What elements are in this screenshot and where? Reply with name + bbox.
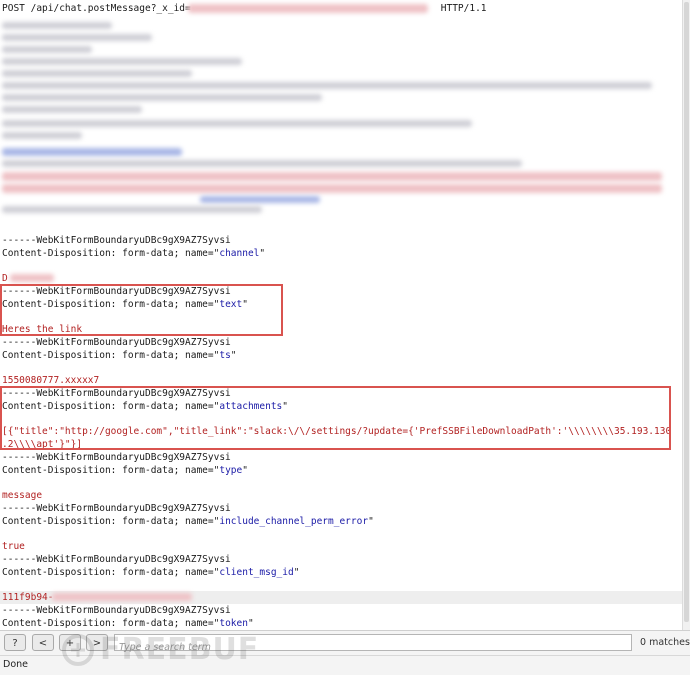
field-name-ts: ts [219,350,231,361]
field-name-channel: channel [219,248,260,259]
disposition-ts: Content-Disposition: form-data; name="ts… [2,350,237,361]
boundary-line: ------WebKitFormBoundaryuDBc9gX9AZ7Syvsi [2,337,231,348]
request-method-path: POST /api/chat.postMessage?_x_id= [2,3,191,14]
previous-match-button[interactable]: < [32,634,54,651]
vertical-scrollbar[interactable] [682,0,690,630]
redacted-request-id [188,4,428,13]
help-button[interactable]: ? [4,634,26,651]
redacted-channel-id [10,274,54,282]
field-name-client-msg-id: client_msg_id [219,567,294,578]
value-include-channel-perm-error: true [2,541,25,552]
boundary-line: ------WebKitFormBoundaryuDBc9gX9AZ7Syvsi [2,452,231,463]
disposition-type: Content-Disposition: form-data; name="ty… [2,465,248,476]
boundary-line: ------WebKitFormBoundaryuDBc9gX9AZ7Syvsi [2,235,231,246]
request-http-version: HTTP/1.1 [440,3,487,14]
boundary-line: ------WebKitFormBoundaryuDBc9gX9AZ7Syvsi [2,554,231,565]
watermark-text: FREEBUF [100,632,260,667]
redacted-client-msg-id [52,593,192,601]
boundary-line: ------WebKitFormBoundaryuDBc9gX9AZ7Syvsi [2,503,231,514]
disposition-include-channel-perm-error: Content-Disposition: form-data; name="in… [2,516,374,527]
boundary-line: ------WebKitFormBoundaryuDBc9gX9AZ7Syvsi [2,605,231,616]
disposition-channel: Content-Disposition: form-data; name="ch… [2,248,266,259]
value-client-msg-id: 111f9b94- [2,592,54,603]
field-name-token: token [219,618,248,629]
field-name-type: type [219,465,243,476]
highlight-box-attachments-field [0,386,671,450]
value-type: message [2,490,43,501]
watermark: FREEBUF [60,628,258,672]
field-name-include-channel-perm-error: include_channel_perm_error [219,516,369,527]
http-request-viewer: POST /api/chat.postMessage?_x_id= HTTP/1.… [0,0,682,630]
match-count: 0 matches [640,637,690,648]
scrollbar-thumb[interactable] [684,2,689,622]
status-text: Done [3,659,28,670]
highlight-box-text-field [0,284,283,336]
disposition-client-msg-id: Content-Disposition: form-data; name="cl… [2,567,300,578]
